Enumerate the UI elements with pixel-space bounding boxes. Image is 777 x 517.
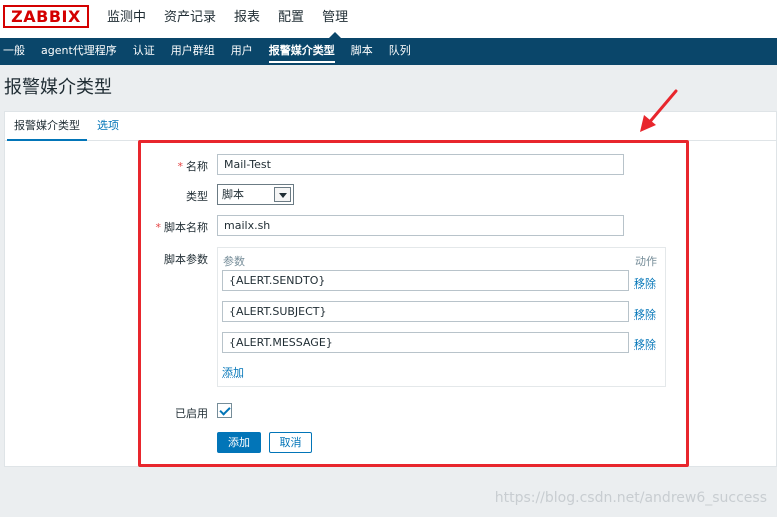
tab-media-type[interactable]: 报警媒介类型 bbox=[7, 112, 87, 141]
add-param-link[interactable]: 添加 bbox=[222, 364, 244, 380]
watermark-text: https://blog.csdn.net/andrew6_success bbox=[494, 490, 767, 506]
menu-reports[interactable]: 报表 bbox=[225, 0, 269, 38]
param-input-1[interactable]: {ALERT.SENDTO} bbox=[222, 270, 629, 291]
script-name-label: * 脚本名称 bbox=[155, 221, 209, 234]
submenu-media-types[interactable]: 报警媒介类型 bbox=[261, 38, 343, 65]
top-bar: ZABBIX 监测中 资产记录 报表 配置 管理 bbox=[0, 0, 777, 38]
type-select-value: 脚本 bbox=[222, 188, 244, 201]
name-label: * 名称 bbox=[177, 160, 209, 173]
script-name-label-text: 脚本名称 bbox=[164, 221, 208, 234]
name-input[interactable]: Mail-Test bbox=[217, 154, 624, 175]
menu-configuration[interactable]: 配置 bbox=[269, 0, 313, 38]
script-params-label: 脚本参数 bbox=[164, 253, 208, 266]
tab-options[interactable]: 选项 bbox=[90, 112, 126, 141]
remove-param-3-link[interactable]: 移除 bbox=[634, 336, 656, 352]
submenu-queue[interactable]: 队列 bbox=[381, 38, 419, 65]
param-input-2[interactable]: {ALERT.SUBJECT} bbox=[222, 301, 629, 322]
params-header: 参数 bbox=[223, 255, 245, 268]
submenu-general[interactable]: 一般 bbox=[0, 38, 33, 65]
menu-inventory[interactable]: 资产记录 bbox=[155, 0, 225, 38]
name-label-text: 名称 bbox=[186, 160, 208, 173]
chevron-down-icon[interactable] bbox=[274, 187, 291, 202]
type-label: 类型 bbox=[186, 190, 208, 203]
add-button[interactable]: 添加 bbox=[217, 432, 261, 453]
page-title: 报警媒介类型 bbox=[4, 77, 112, 98]
cancel-button[interactable]: 取消 bbox=[269, 432, 312, 453]
submenu-scripts[interactable]: 脚本 bbox=[343, 38, 381, 65]
submenu-users[interactable]: 用户 bbox=[223, 38, 261, 65]
type-select[interactable]: 脚本 bbox=[217, 184, 294, 205]
submenu-authentication[interactable]: 认证 bbox=[125, 38, 163, 65]
main-menu: 监测中 资产记录 报表 配置 管理 bbox=[98, 0, 357, 38]
submenu-user-groups[interactable]: 用户群组 bbox=[163, 38, 223, 65]
submenu-proxies[interactable]: agent代理程序 bbox=[33, 38, 125, 65]
enabled-checkbox[interactable] bbox=[217, 403, 232, 418]
action-header: 动作 bbox=[635, 255, 657, 268]
menu-monitoring[interactable]: 监测中 bbox=[98, 0, 155, 38]
remove-param-2-link[interactable]: 移除 bbox=[634, 306, 656, 322]
script-name-input[interactable]: mailx.sh bbox=[217, 215, 624, 236]
sub-menu: 一般 agent代理程序 认证 用户群组 用户 报警媒介类型 脚本 队列 bbox=[0, 38, 777, 65]
menu-administration[interactable]: 管理 bbox=[313, 0, 357, 38]
zabbix-logo[interactable]: ZABBIX bbox=[3, 5, 89, 28]
remove-param-1-link[interactable]: 移除 bbox=[634, 275, 656, 291]
param-input-3[interactable]: {ALERT.MESSAGE} bbox=[222, 332, 629, 353]
enabled-label: 已启用 bbox=[175, 407, 208, 420]
annotation-arrow-icon bbox=[640, 89, 678, 132]
